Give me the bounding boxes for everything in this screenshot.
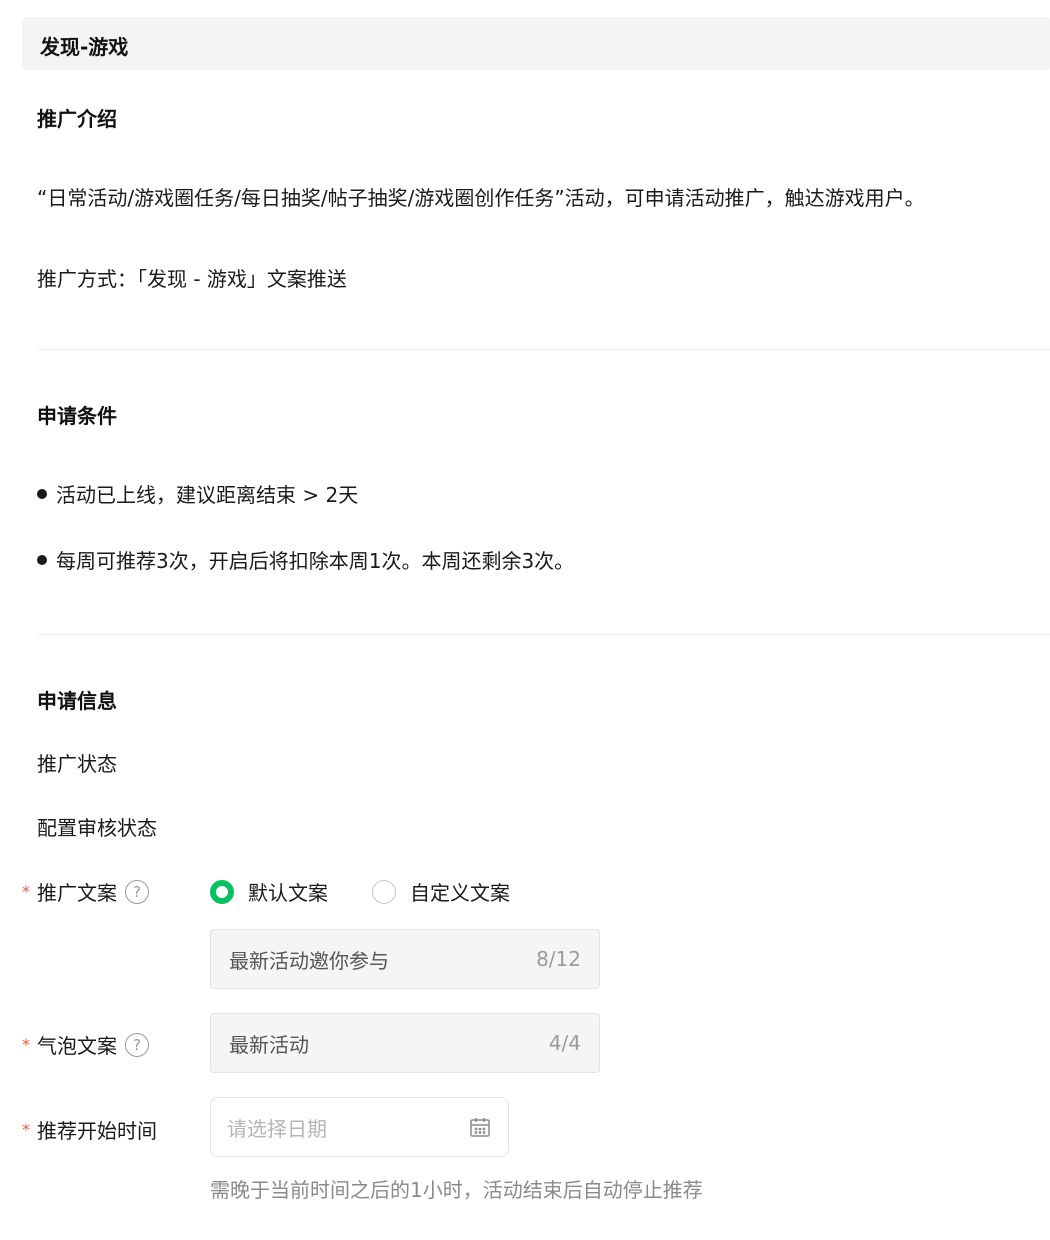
bubble-input-value: 最新活动 — [229, 1032, 309, 1057]
intro-method: 推广方式：「发现 - 游戏」文案推送 — [37, 267, 347, 291]
bubble-label-text: 气泡文案 — [37, 1034, 117, 1058]
copy-input-value: 最新活动邀你参与 — [229, 948, 389, 973]
copy-label-text: 推广文案 — [37, 881, 117, 905]
intro-description: “日常活动/游戏圈任务/每日抽奖/帖子抽奖/游戏圈创作任务”活动，可申请活动推广… — [37, 186, 925, 210]
condition-item: 每周可推荐3次，开启后将扣除本周1次。本周还剩余3次。 — [37, 545, 574, 574]
required-mark: * — [22, 1035, 30, 1054]
condition-text: 每周可推荐3次，开启后将扣除本周1次。本周还剩余3次。 — [56, 549, 575, 573]
start-time-field-label: * 推荐开始时间 — [22, 1115, 157, 1144]
bubble-field-label: * 气泡文案 ? — [22, 1030, 149, 1059]
copy-radio-group: 默认文案 自定义文案 — [210, 877, 554, 906]
page-title: 发现-游戏 — [40, 35, 129, 59]
radio-default-copy[interactable]: 默认文案 — [210, 877, 328, 906]
start-time-hint: 需晚于当前时间之后的1小时，活动结束后自动停止推荐 — [210, 1178, 703, 1202]
required-mark: * — [22, 1120, 30, 1139]
divider — [37, 634, 1050, 635]
conditions-section-title: 申请条件 — [37, 404, 117, 428]
review-status-label: 配置审核状态 — [37, 816, 157, 840]
info-section-title: 申请信息 — [37, 689, 117, 713]
calendar-icon[interactable] — [468, 1115, 492, 1139]
required-mark: * — [22, 882, 30, 901]
copy-input[interactable]: 最新活动邀你参与 8/12 — [210, 929, 600, 989]
radio-checked-icon[interactable] — [210, 879, 234, 904]
copy-char-count: 8/12 — [536, 947, 581, 971]
condition-text: 活动已上线，建议距离结束 > 2天 — [56, 483, 359, 507]
promo-status-label: 推广状态 — [37, 752, 117, 776]
radio-label: 默认文案 — [248, 881, 328, 905]
bubble-input[interactable]: 最新活动 4/4 — [210, 1013, 600, 1073]
help-circle-icon[interactable]: ? — [125, 879, 149, 904]
intro-section-title: 推广介绍 — [37, 107, 117, 131]
start-label-text: 推荐开始时间 — [37, 1119, 157, 1143]
radio-label: 自定义文案 — [410, 881, 510, 905]
radio-custom-copy[interactable]: 自定义文案 — [372, 877, 510, 906]
radio-unchecked-icon[interactable] — [372, 879, 396, 904]
help-circle-icon[interactable]: ? — [125, 1032, 149, 1057]
divider — [37, 349, 1050, 350]
date-placeholder: 请选择日期 — [227, 1116, 327, 1141]
page-header: 发现-游戏 — [22, 17, 1050, 70]
copy-field-label: * 推广文案 ? — [22, 877, 149, 906]
date-picker-input[interactable]: 请选择日期 — [210, 1097, 509, 1157]
bullet-icon — [37, 488, 47, 499]
condition-item: 活动已上线，建议距离结束 > 2天 — [37, 479, 358, 508]
bubble-char-count: 4/4 — [548, 1031, 581, 1055]
bullet-icon — [37, 554, 47, 565]
